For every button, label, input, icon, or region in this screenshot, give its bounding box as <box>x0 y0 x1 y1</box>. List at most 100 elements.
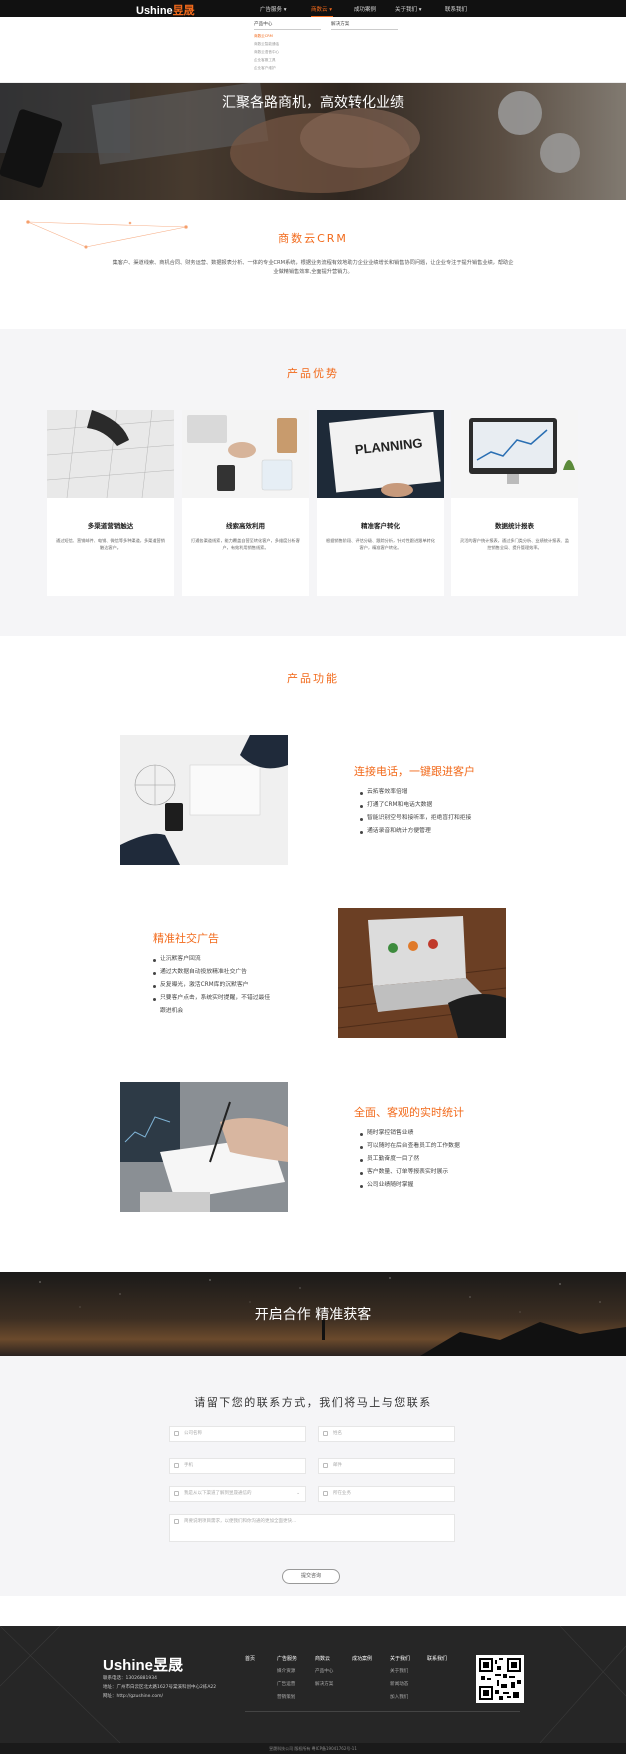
bullet: 反复曝光，激活CRM库的沉默客户 <box>153 979 273 992</box>
dropdown-solutions[interactable]: 解决方案 <box>331 21 349 27</box>
footer-decor-lines <box>0 1626 626 1743</box>
edit-icon <box>174 1519 179 1524</box>
card-image-imac <box>451 410 578 498</box>
footer-website[interactable]: 网址：http://gzushine.com/ <box>103 1693 163 1699</box>
card-title: 多渠道营销触达 <box>87 522 134 530</box>
advantage-card[interactable]: 线索高效利用 打通各渠道线索，能力覆盖自营至转化客户，多维度分析客户，有效利用销… <box>182 410 309 596</box>
feature-image-phone <box>120 735 288 865</box>
requirement-textarea[interactable]: 简要说明项目需求，以便我们和你沟通的更加全面更快... <box>169 1514 455 1542</box>
card-desc: 根据销售阶段、评估分级、跟踪分析，针对性跟进跟单转化客户，精准客户转化。 <box>326 538 435 550</box>
source-select[interactable]: 我是从以下渠道了解到昱晟通信的 ⌄ <box>169 1486 306 1502</box>
bullet: 客户数量、订单等报表实时展示 <box>360 1166 520 1179</box>
features-title: 产品功能 <box>287 672 339 685</box>
footer-sub-link[interactable]: 广告运营 <box>277 1681 295 1687</box>
user-icon <box>323 1431 328 1436</box>
footer-link-contact[interactable]: 联系我们 <box>427 1655 447 1662</box>
nav-label: 商数云 <box>311 7 328 13</box>
placeholder: 邮件 <box>333 1463 342 1468</box>
placeholder: 简要说明项目需求，以便我们和你沟通的更加全面更快... <box>184 1519 297 1524</box>
qr-code <box>476 1655 524 1703</box>
bullet: 员工勤奋度一目了然 <box>360 1153 520 1166</box>
placeholder: 姓名 <box>333 1431 342 1436</box>
card-image-devices <box>182 410 309 498</box>
footer-sub-link[interactable]: 加入我们 <box>390 1694 408 1700</box>
bullet: 可以随时在后台查看员工的工作数据 <box>360 1140 520 1153</box>
nav-label: 关于我们 <box>395 7 418 13</box>
building-icon <box>174 1431 179 1436</box>
bullet: 让沉默客户回流 <box>153 953 273 966</box>
footer-sub-link[interactable]: 新闻动态 <box>390 1681 408 1687</box>
nav-item-cases[interactable]: 成功案例 <box>354 5 376 13</box>
logo-cn: 昱晟 <box>172 5 195 17</box>
dropdown-divider <box>331 29 398 30</box>
brand-logo[interactable]: Ushine昱晟 <box>136 2 195 18</box>
card-image-planning: PLANNING <box>317 410 444 498</box>
footer-link-about[interactable]: 关于我们 <box>390 1655 410 1662</box>
card-desc: 打通各渠道线索，能力覆盖自营至转化客户，多维度分析客户，有效利用销售线索。 <box>191 538 300 550</box>
advantage-card[interactable]: 数据统计报表 灵活的客户统计报表，通过多门类分析、业绩统计报表、监控销售全局、提… <box>451 410 578 596</box>
dropdown-sub-item[interactable]: 商数云语音中心 <box>254 50 279 55</box>
placeholder: 我是从以下渠道了解到昱晟通信的 <box>184 1491 252 1496</box>
email-input[interactable]: 邮件 <box>318 1458 455 1474</box>
card-title: 精准客户转化 <box>361 522 400 530</box>
copyright-bar: 昱晟科技公司 版权所有 粤ICP备19041762号-11 <box>0 1743 626 1754</box>
card-title: 线索高效利用 <box>226 522 265 530</box>
feature-bullets: 随时掌控销售业绩 可以随时在后台查看员工的工作数据 员工勤奋度一目了然 客户数量… <box>360 1127 520 1192</box>
form-title: 请留下您的联系方式，我们将马上与您联系 <box>194 1396 432 1409</box>
feature-image-laptop <box>338 908 506 1038</box>
footer-link-cases[interactable]: 成功案例 <box>352 1655 372 1662</box>
footer-link-shangshuyun[interactable]: 商数云 <box>315 1655 330 1662</box>
crm-title: 商数云CRM <box>278 232 348 245</box>
advantages-title: 产品优势 <box>287 367 339 380</box>
dropdown-product-center[interactable]: 产品中心 <box>254 21 272 27</box>
card-desc: 通过短信、营销邮件、电销、微信等多种渠道，多渠道营销触达客户。 <box>56 538 165 550</box>
bullet: 通过大数据自动投放精准社交广告 <box>153 966 273 979</box>
phone-input[interactable]: 手机 <box>169 1458 306 1474</box>
nav-dropdown-panel <box>0 17 626 83</box>
footer-link-ad-service[interactable]: 广告服务 <box>277 1655 297 1662</box>
nav-item-contact[interactable]: 联系我们 <box>445 5 467 13</box>
contact-form-section <box>0 1356 626 1596</box>
bullet: 公司业绩随时掌握 <box>360 1179 520 1192</box>
dropdown-sub-item[interactable]: 商数云智能通话 <box>254 42 279 47</box>
footer-link-home[interactable]: 首页 <box>245 1655 255 1662</box>
footer-sub-link[interactable]: 营销策划 <box>277 1694 295 1700</box>
nav-item-shangshuyun[interactable]: 商数云 ▾ <box>311 5 332 13</box>
bullet: 通话录音和统计方便管理 <box>360 825 520 838</box>
card-image-blueprint <box>47 410 174 498</box>
dropdown-sub-item[interactable]: 企业客户维护 <box>254 66 276 71</box>
feature-bullets: 让沉默客户回流 通过大数据自动投放精准社交广告 反复曝光，激活CRM库的沉默客户… <box>153 953 273 1018</box>
dropdown-divider <box>254 29 321 30</box>
dropdown-sub-item[interactable]: 商数云CRM <box>254 34 273 39</box>
nav-item-about[interactable]: 关于我们 ▾ <box>395 5 422 13</box>
nav-item-ad-service[interactable]: 广告服务 ▾ <box>260 5 287 13</box>
advantage-card[interactable]: PLANNING 精准客户转化 根据销售阶段、评估分级、跟踪分析，针对性跟进跟单… <box>317 410 444 596</box>
footer-logo: Ushine昱晟 <box>103 1657 184 1674</box>
company-name-input[interactable]: 公司名称 <box>169 1426 306 1442</box>
placeholder: 所在业务 <box>333 1491 351 1496</box>
name-input[interactable]: 姓名 <box>318 1426 455 1442</box>
footer-sub-link[interactable]: 关于我们 <box>390 1668 408 1674</box>
feature-title: 精准社交广告 <box>153 932 219 945</box>
advantage-card[interactable]: 多渠道营销触达 通过短信、营销邮件、电销、微信等多种渠道，多渠道营销触达客户。 <box>47 410 174 596</box>
footer-divider <box>245 1711 520 1712</box>
bullet: 只要客户点击，系统实时提醒，不错过最佳跟进机会 <box>153 992 273 1018</box>
chevron-down-icon: ⌄ <box>296 1491 300 1496</box>
nav-label: 广告服务 <box>260 7 283 13</box>
banner-title: 汇聚各路商机，高效转化业绩 <box>222 95 404 111</box>
submit-button[interactable]: 提交咨询 <box>282 1569 340 1584</box>
logo-latin: Ushine <box>136 5 173 17</box>
card-title: 数据统计报表 <box>495 522 534 530</box>
footer-sub-link[interactable]: 产品中心 <box>315 1668 333 1674</box>
business-input[interactable]: 所在业务 <box>318 1486 455 1502</box>
footer-sub-link[interactable]: 解决方案 <box>315 1681 333 1687</box>
mail-icon <box>323 1463 328 1468</box>
bullet: 智能识别空号和接听率，拒绝盲打和拒接 <box>360 812 520 825</box>
footer <box>0 1626 626 1743</box>
footer-sub-link[interactable]: 媒介资源 <box>277 1668 295 1674</box>
dropdown-sub-item[interactable]: 企业客服工具 <box>254 58 276 63</box>
crm-description: 集客户、渠道线索、商机合同、财务运营、数据报表分析、一体的专业CRM系统，根据业… <box>112 260 514 275</box>
footer-address: 地址：广州市白云区北太路1627号棠溪科创中心2栋A22 <box>103 1685 217 1690</box>
qr-code-pattern <box>479 1658 521 1700</box>
feature-title: 全面、客观的实时统计 <box>354 1106 464 1119</box>
